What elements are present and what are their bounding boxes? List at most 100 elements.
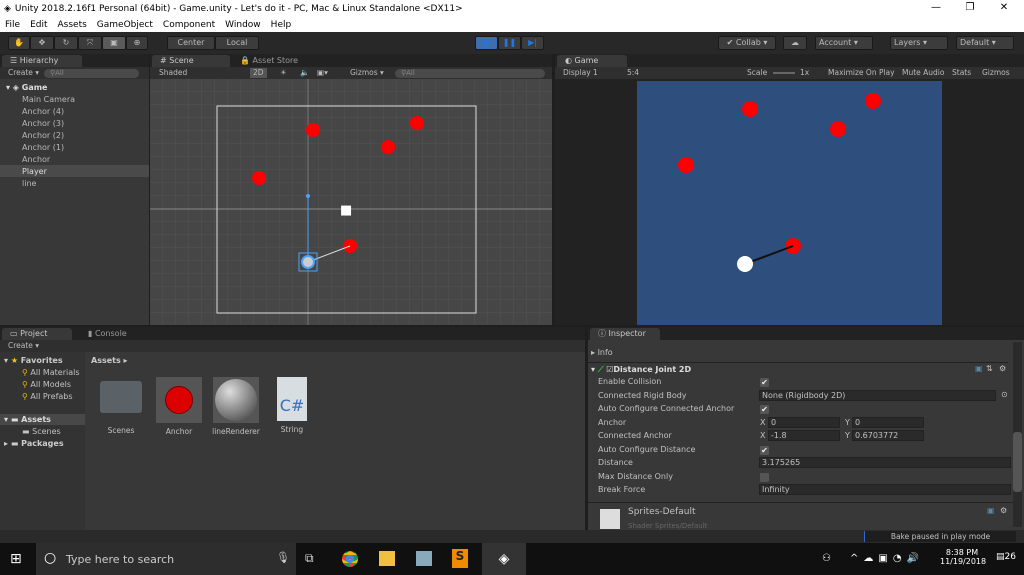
create-button[interactable]: Create [8, 68, 33, 77]
display-dropdown[interactable]: Display 1 [563, 68, 598, 77]
pivot-local-button[interactable]: Local [215, 36, 259, 50]
tab-console[interactable]: ▮ Console [80, 328, 135, 340]
tab-game[interactable]: ◐ Game [557, 55, 627, 67]
file-explorer-icon[interactable] [379, 551, 395, 566]
maximize-on-play-toggle[interactable]: Maximize On Play [828, 67, 895, 79]
pivot-center-button[interactable]: Center [167, 36, 215, 50]
create-button[interactable]: Create [8, 341, 33, 350]
auto-configure-anchor-checkbox[interactable]: ✔ [760, 405, 769, 414]
asset-anchor[interactable]: Anchor [149, 377, 209, 436]
stats-toggle[interactable]: Stats [952, 67, 971, 79]
menu-edit[interactable]: Edit [30, 20, 47, 30]
object-picker-icon[interactable]: ⊙ [1001, 390, 1008, 399]
list-item[interactable]: Anchor (2) [22, 131, 64, 140]
tab-inspector[interactable]: ⓘ Inspector [590, 328, 660, 340]
layout-dropdown[interactable]: Default ▾ [956, 36, 1014, 50]
task-view-icon[interactable]: ⧉ [305, 551, 314, 566]
connected-anchor-y-field[interactable]: 0.6703772 [852, 430, 924, 441]
break-force-field[interactable]: Infinity [759, 484, 1011, 495]
lighting-icon[interactable]: ☀ [280, 67, 287, 79]
menu-component[interactable]: Component [163, 20, 215, 30]
menu-assets[interactable]: Assets [58, 20, 87, 30]
notifications-icon[interactable]: ▤26 [996, 552, 1016, 562]
layers-dropdown[interactable]: Layers ▾ [890, 36, 948, 50]
windows-start-icon[interactable]: ⊞ [10, 551, 22, 567]
favorites-folder[interactable]: ▾ ★ Favorites [4, 356, 63, 365]
rotate-tool-icon[interactable]: ↻ [54, 36, 78, 50]
auto-configure-distance-checkbox[interactable]: ✔ [760, 446, 769, 455]
sublime-text-icon[interactable]: S [452, 549, 468, 568]
preset-icon[interactable]: ⇅ [986, 364, 993, 373]
tab-hierarchy[interactable]: ☰ Hierarchy [2, 55, 82, 67]
cloud-button[interactable]: ☁ [783, 36, 807, 50]
scenes-folder[interactable]: ▬ Scenes [22, 427, 61, 436]
tab-project[interactable]: ▭ Project [2, 328, 72, 340]
list-item[interactable]: Anchor [22, 155, 50, 164]
list-item[interactable]: Main Camera [22, 95, 75, 104]
game-view[interactable] [637, 81, 942, 325]
max-distance-only-checkbox[interactable] [760, 473, 769, 482]
step-button[interactable]: ▶| [521, 36, 544, 50]
hand-tool-icon[interactable]: ✋ [8, 36, 30, 50]
enable-collision-checkbox[interactable]: ✔ [760, 378, 769, 387]
collab-button[interactable]: ✔ Collab ▾ [718, 36, 776, 50]
info-foldout[interactable]: ▸ Info [591, 348, 613, 357]
transform-tool-icon[interactable]: ⊕ [126, 36, 148, 50]
scale-slider[interactable] [773, 72, 795, 74]
hierarchy-search[interactable]: ⚲All [44, 69, 139, 78]
menu-gameobject[interactable]: GameObject [97, 20, 153, 30]
rect-tool-icon[interactable]: ▣ [102, 36, 126, 50]
clock[interactable]: 8:38 PM 11/19/2018 [940, 548, 986, 566]
connected-rigidbody-field[interactable]: None (Rigidbody 2D) [759, 390, 996, 401]
chrome-icon[interactable] [342, 551, 358, 567]
scene-search[interactable]: ⚲All [395, 69, 545, 78]
shading-dropdown[interactable]: Shaded [159, 68, 187, 77]
favorite-all-materials[interactable]: ⚲ All Materials [22, 368, 80, 377]
asset-string[interactable]: C# String [262, 377, 322, 434]
maximize-button[interactable]: ❐ [954, 0, 986, 17]
assets-folder[interactable]: ▾ ▬ Assets [4, 415, 51, 424]
effects-icon[interactable]: ▣▾ [317, 67, 328, 79]
distance-joint-header[interactable]: ▾ ⟋ ☑Distance Joint 2D [591, 365, 691, 375]
aspect-dropdown[interactable]: 5:4 [627, 67, 639, 79]
list-item[interactable]: Anchor (3) [22, 119, 64, 128]
mute-audio-toggle[interactable]: Mute Audio [902, 67, 944, 79]
list-item[interactable]: line [22, 179, 36, 188]
help-icon[interactable]: ▣ [975, 364, 983, 373]
shader-row[interactable]: Shader Sprites/Default [628, 522, 707, 530]
scene-root[interactable]: ▾ ◈ Game [6, 83, 47, 92]
gizmos-dropdown[interactable]: Gizmos [982, 67, 1010, 79]
asset-scenes[interactable]: Scenes [91, 377, 151, 435]
audio-icon[interactable]: 🔈 [300, 67, 309, 79]
scene-view[interactable]: ■ [150, 79, 552, 325]
tab-asset-store[interactable]: 🔒 Asset Store [232, 55, 306, 67]
scale-tool-icon[interactable]: ⤧ [78, 36, 102, 50]
menu-file[interactable]: File [5, 20, 20, 30]
tray-icons[interactable]: ^☁▣◔🔊 [850, 553, 924, 564]
move-tool-icon[interactable]: ✥ [30, 36, 54, 50]
packages-folder[interactable]: ▸ ▬ Packages [4, 439, 64, 448]
pause-button[interactable]: ❚❚ [498, 36, 521, 50]
unity-taskbar-icon[interactable]: ◈ [482, 543, 526, 575]
gear-icon[interactable]: ⚙ [999, 364, 1006, 373]
minimize-button[interactable]: — [920, 0, 952, 17]
distance-field[interactable]: 3.175265 [759, 457, 1011, 468]
favorite-all-prefabs[interactable]: ⚲ All Prefabs [22, 392, 73, 401]
account-dropdown[interactable]: Account ▾ [815, 36, 873, 50]
favorite-all-models[interactable]: ⚲ All Models [22, 380, 71, 389]
breadcrumb[interactable]: Assets ▸ [91, 356, 128, 365]
inspector-scrollbar[interactable] [1013, 342, 1022, 527]
2d-toggle[interactable]: 2D [250, 68, 267, 78]
list-item[interactable]: Anchor (4) [22, 107, 64, 116]
list-item[interactable]: Anchor (1) [22, 143, 64, 152]
app-icon[interactable] [416, 551, 432, 566]
close-button[interactable]: ✕ [988, 0, 1020, 17]
people-icon[interactable]: ⚇ [822, 553, 831, 564]
taskbar-search[interactable]: ○ Type here to search 🎙 [36, 543, 296, 575]
help-icon[interactable]: ▣ [987, 506, 995, 515]
gear-icon[interactable]: ⚙ [1000, 506, 1007, 515]
tab-scene[interactable]: # Scene [152, 55, 230, 67]
asset-linerenderer[interactable]: lineRenderer [206, 377, 266, 436]
anchor-y-field[interactable]: 0 [852, 417, 924, 428]
play-button[interactable]: ▶ [475, 36, 498, 50]
